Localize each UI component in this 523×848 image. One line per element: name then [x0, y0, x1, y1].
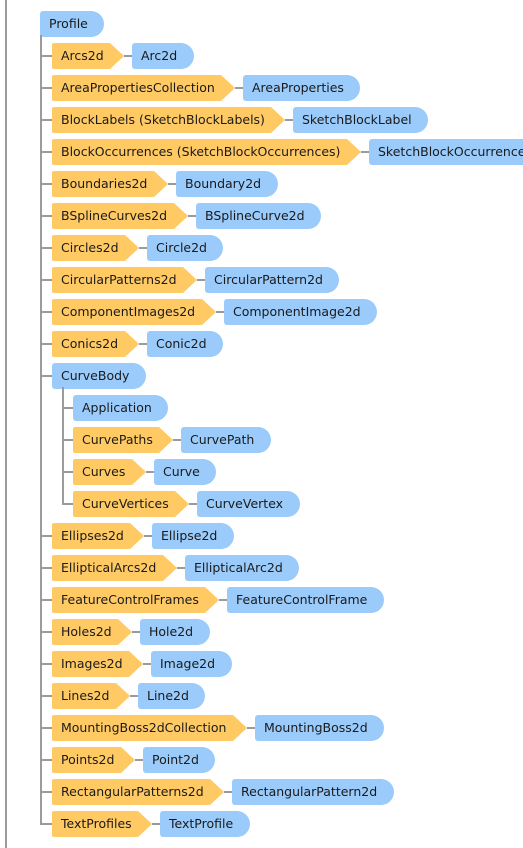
- collection-node-curvepaths[interactable]: CurvePaths: [73, 427, 173, 453]
- tree-trunk-level2: [62, 387, 64, 505]
- collection-node-arcs2d[interactable]: Arcs2d: [52, 43, 124, 69]
- tree-connector-link: [197, 279, 205, 281]
- tree-connector-link: [146, 471, 154, 473]
- tree-connector-link: [152, 823, 160, 825]
- collection-node-holes2d[interactable]: Holes2d: [52, 619, 132, 645]
- object-node-image2d[interactable]: Image2d: [151, 651, 232, 677]
- object-node-textprofile[interactable]: TextProfile: [160, 811, 250, 837]
- tree-connector-link: [143, 663, 151, 665]
- collection-node-textprofiles[interactable]: TextProfiles: [52, 811, 152, 837]
- object-node-bsplinecurve2d[interactable]: BSplineCurve2d: [196, 203, 321, 229]
- tree-connector-link: [177, 567, 185, 569]
- collection-node-points2d[interactable]: Points2d: [52, 747, 135, 773]
- collection-node-lines2d[interactable]: Lines2d: [52, 683, 130, 709]
- object-node-areaproperties[interactable]: AreaProperties: [243, 75, 360, 101]
- tree-connector-link: [188, 215, 196, 217]
- collection-node-curves[interactable]: Curves: [73, 459, 146, 485]
- object-node-sketchblocklabel[interactable]: SketchBlockLabel: [293, 107, 428, 133]
- tree-connector-link: [130, 695, 138, 697]
- collection-node-blockoccurrences-sketchblockoccurrences[interactable]: BlockOccurrences (SketchBlockOccurrences…: [52, 139, 361, 165]
- collection-node-bsplinecurves2d[interactable]: BSplineCurves2d: [52, 203, 188, 229]
- tree-connector-link: [144, 535, 152, 537]
- collection-node-circles2d[interactable]: Circles2d: [52, 235, 139, 261]
- tree-connector-link: [139, 247, 147, 249]
- tree-root-node[interactable]: Profile: [40, 11, 104, 37]
- object-node-sketchblockoccurrence[interactable]: SketchBlockOccurrence: [369, 139, 523, 165]
- object-node-curvevertex[interactable]: CurveVertex: [197, 491, 300, 517]
- object-model-diagram: Profile Arcs2d Arc2d AreaPropertiesCollecti…: [0, 0, 523, 848]
- object-node-application[interactable]: Application: [73, 395, 168, 421]
- collection-node-mountingboss2dcollection[interactable]: MountingBoss2dCollection: [52, 715, 247, 741]
- object-node-circle2d[interactable]: Circle2d: [147, 235, 223, 261]
- collection-node-circularpatterns2d[interactable]: CircularPatterns2d: [52, 267, 197, 293]
- tree-connector-link: [189, 503, 197, 505]
- tree-connector-link: [139, 343, 147, 345]
- tree-connector-link: [132, 631, 140, 633]
- object-node-arc2d[interactable]: Arc2d: [132, 43, 194, 69]
- tree-connector-link: [361, 151, 369, 153]
- collection-node-conics2d[interactable]: Conics2d: [52, 331, 139, 357]
- collection-node-curvevertices[interactable]: CurveVertices: [73, 491, 189, 517]
- collection-node-images2d[interactable]: Images2d: [52, 651, 143, 677]
- object-node-boundary2d[interactable]: Boundary2d: [176, 171, 278, 197]
- tree-connector-link: [219, 599, 227, 601]
- tree-connector-link: [168, 183, 176, 185]
- object-node-curvebody[interactable]: CurveBody: [52, 363, 146, 389]
- collection-node-ellipses2d[interactable]: Ellipses2d: [52, 523, 144, 549]
- object-node-curvepath[interactable]: CurvePath: [181, 427, 271, 453]
- object-node-featurecontrolframe[interactable]: FeatureControlFrame: [227, 587, 384, 613]
- collection-node-ellipticalarcs2d[interactable]: EllipticalArcs2d: [52, 555, 177, 581]
- tree-connector-link: [224, 791, 232, 793]
- object-node-line2d[interactable]: Line2d: [138, 683, 205, 709]
- tree-connector-link: [247, 727, 255, 729]
- tree-connector-link: [173, 439, 181, 441]
- tree-connector-link: [135, 759, 143, 761]
- tree-connector-link: [285, 119, 293, 121]
- object-node-ellipticalarc2d[interactable]: EllipticalArc2d: [185, 555, 299, 581]
- object-node-point2d[interactable]: Point2d: [143, 747, 215, 773]
- object-node-hole2d[interactable]: Hole2d: [140, 619, 210, 645]
- collection-node-blocklabels-sketchblocklabels[interactable]: BlockLabels (SketchBlockLabels): [52, 107, 285, 133]
- tree-connector-link: [216, 311, 224, 313]
- object-node-rectangularpattern2d[interactable]: RectangularPattern2d: [232, 779, 394, 805]
- collection-node-componentimages2d[interactable]: ComponentImages2d: [52, 299, 216, 325]
- object-node-curve[interactable]: Curve: [154, 459, 216, 485]
- collection-node-boundaries2d[interactable]: Boundaries2d: [52, 171, 168, 197]
- object-node-circularpattern2d[interactable]: CircularPattern2d: [205, 267, 339, 293]
- collection-node-rectangularpatterns2d[interactable]: RectangularPatterns2d: [52, 779, 224, 805]
- object-node-conic2d[interactable]: Conic2d: [147, 331, 223, 357]
- object-node-componentimage2d[interactable]: ComponentImage2d: [224, 299, 377, 325]
- object-node-mountingboss2d[interactable]: MountingBoss2d: [255, 715, 384, 741]
- tree-connector-link: [235, 87, 243, 89]
- collection-node-areapropertiescollection[interactable]: AreaPropertiesCollection: [52, 75, 235, 101]
- tree-connector-link: [124, 55, 132, 57]
- object-node-ellipse2d[interactable]: Ellipse2d: [152, 523, 234, 549]
- collection-node-featurecontrolframes[interactable]: FeatureControlFrames: [52, 587, 219, 613]
- tree-trunk-level1: [40, 35, 42, 825]
